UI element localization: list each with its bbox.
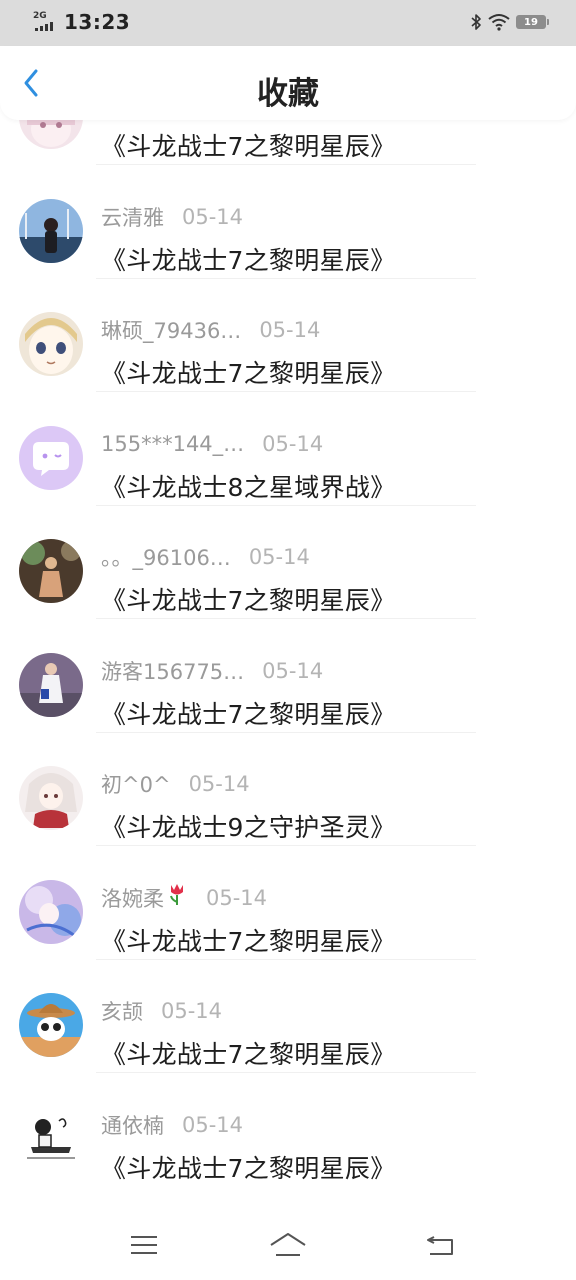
- avatar[interactable]: [19, 1106, 83, 1171]
- item-title: 《斗龙战士7之黎明星辰》: [101, 1153, 396, 1183]
- list-item[interactable]: 洛婉柔 05-14 《斗龙战士7之黎明星辰》: [0, 867, 576, 981]
- back-nav-button[interactable]: [420, 1228, 460, 1262]
- item-meta: 游客156775… 05-14: [101, 657, 323, 685]
- username: 游客156775…: [101, 659, 245, 684]
- list-item[interactable]: 游客156775… 05-14 《斗龙战士7之黎明星辰》: [0, 640, 576, 754]
- favorites-list: 《斗龙战士7之黎明星辰》 云清雅 05-14 《斗龙战士7之黎明星辰》 琳硕_7…: [0, 98, 576, 1210]
- bluetooth-icon: [471, 14, 481, 30]
- list-item[interactable]: 琳硕_79436… 05-14 《斗龙战士7之黎明星辰》: [0, 299, 576, 413]
- item-title: 《斗龙战士7之黎明星辰》: [101, 926, 396, 956]
- date: 05-14: [248, 545, 310, 569]
- item-meta: 云清雅 05-14: [101, 203, 243, 231]
- divider: [96, 958, 476, 960]
- date: 05-14: [182, 204, 244, 229]
- item-title: 《斗龙战士7之黎明星辰》: [101, 359, 396, 388]
- date: 05-14: [182, 1112, 244, 1137]
- username: 初^0^: [101, 773, 171, 797]
- status-icons: 19: [470, 11, 549, 33]
- divider: [96, 1072, 476, 1073]
- signal-icon: [35, 22, 53, 31]
- divider: [96, 391, 476, 392]
- avatar[interactable]: [19, 539, 83, 603]
- home-button[interactable]: [268, 1228, 308, 1262]
- avatar[interactable]: [19, 652, 83, 717]
- item-title: 《斗龙战士7之黎明星辰》: [101, 586, 396, 615]
- item-meta: 155***144_… 05-14: [101, 430, 323, 458]
- username: 。。_96106…: [101, 546, 231, 570]
- item-title: 《斗龙战士7之黎明星辰》: [101, 699, 396, 729]
- battery-level: 19: [524, 16, 538, 28]
- list-item[interactable]: 初^0^ 05-14 《斗龙战士9之守护圣灵》: [0, 753, 576, 867]
- list-item[interactable]: 。。_96106… 05-14 《斗龙战士7之黎明星辰》: [0, 526, 576, 640]
- username: 云清雅: [101, 205, 164, 230]
- divider: [96, 504, 476, 506]
- item-title: 《斗龙战士8之星域界战》: [101, 472, 396, 502]
- item-meta: 通依楠 05-14: [101, 1111, 243, 1139]
- item-meta: 初^0^ 05-14: [101, 770, 250, 798]
- item-meta: 洛婉柔 05-14: [101, 884, 267, 912]
- date: 05-14: [262, 431, 324, 456]
- username: 琳硕_79436…: [101, 319, 242, 343]
- item-meta: 琳硕_79436… 05-14: [101, 316, 320, 344]
- status-time: 13:23: [64, 10, 131, 34]
- item-title: 《斗龙战士9之守护圣灵》: [101, 813, 396, 842]
- date: 05-14: [188, 772, 250, 796]
- list-item[interactable]: 通依楠 05-14 《斗龙战士7之黎明星辰》: [0, 1094, 576, 1208]
- list-item[interactable]: 155***144_… 05-14 《斗龙战士8之星域界战》: [0, 413, 576, 527]
- page-title: 收藏: [257, 76, 319, 112]
- item-meta: 亥颉 05-14: [101, 997, 222, 1025]
- item-title: 《斗龙战士7之黎明星辰》: [101, 245, 396, 275]
- list-item[interactable]: 云清雅 05-14 《斗龙战士7之黎明星辰》: [0, 186, 576, 300]
- avatar[interactable]: [19, 425, 83, 490]
- avatar[interactable]: [19, 312, 83, 376]
- date: 05-14: [259, 318, 321, 342]
- status-bar: 2G 13:23 19: [0, 0, 576, 46]
- username: 155***144_…: [101, 431, 245, 456]
- date: 05-14: [206, 885, 268, 910]
- home-icon: [270, 1233, 306, 1256]
- network-type: 2G: [33, 11, 47, 21]
- date: 05-14: [262, 658, 324, 683]
- menu-button[interactable]: [124, 1228, 164, 1262]
- header: 收藏: [0, 46, 576, 120]
- divider: [96, 277, 476, 279]
- wifi-icon: [488, 14, 510, 31]
- divider: [96, 731, 476, 733]
- divider: [96, 618, 476, 619]
- username: 亥颉: [101, 1000, 143, 1024]
- tulip-icon: [166, 882, 188, 911]
- avatar[interactable]: [19, 198, 83, 263]
- avatar[interactable]: [19, 766, 83, 830]
- username: 洛婉柔: [101, 882, 188, 913]
- battery-icon: 19: [516, 15, 549, 29]
- divider: [96, 164, 476, 165]
- item-title: 《斗龙战士7之黎明星辰》: [101, 132, 396, 161]
- username: 通依楠: [101, 1113, 164, 1138]
- item-title: 《斗龙战士7之黎明星辰》: [101, 1040, 396, 1069]
- date: 05-14: [161, 999, 223, 1023]
- list-item[interactable]: 亥颉 05-14 《斗龙战士7之黎明星辰》: [0, 980, 576, 1094]
- item-meta: 。。_96106… 05-14: [101, 543, 310, 571]
- avatar[interactable]: [19, 879, 83, 944]
- menu-icon: [131, 1236, 157, 1254]
- divider: [96, 845, 476, 846]
- back-icon: [427, 1236, 453, 1255]
- avatar[interactable]: [19, 993, 83, 1057]
- system-nav-bar: [0, 1212, 576, 1280]
